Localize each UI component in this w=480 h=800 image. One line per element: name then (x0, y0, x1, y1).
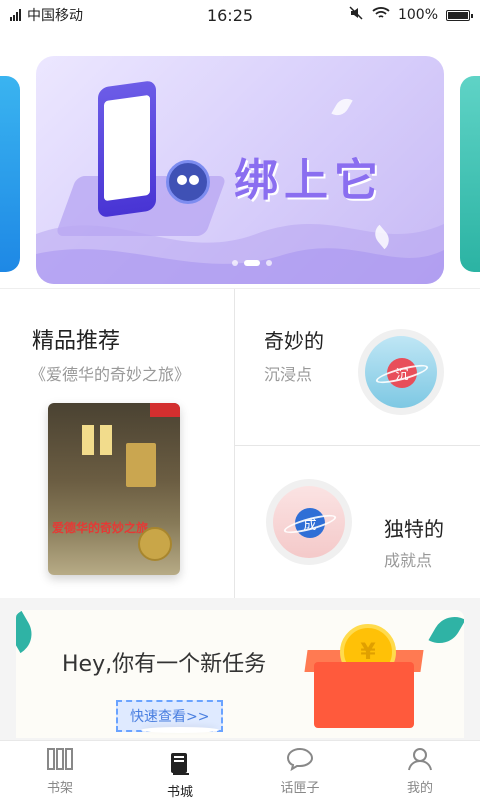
divider (235, 445, 480, 446)
status-right: 100% (310, 5, 473, 25)
status-bar: 中国移动 16:25 100% (0, 0, 480, 30)
immersion-planet-icon: 沉 (358, 329, 444, 415)
nav-chat[interactable]: 话匣子 (240, 741, 360, 800)
leaf-decoration (16, 610, 40, 654)
leaf-decoration (428, 610, 464, 652)
bottom-navigation: 书架 书城 话匣子 我的 (0, 727, 480, 800)
nav-label: 话匣子 (280, 781, 320, 796)
divider (234, 289, 235, 599)
carrier-label: 中国移动 (27, 8, 83, 24)
book-cover[interactable]: 爱德华的奇妙之旅 (48, 403, 180, 575)
nav-label: 书城 (166, 785, 193, 800)
featured-title: 精品推荐 (32, 329, 121, 354)
banner-card[interactable]: 绑上它 (36, 56, 444, 284)
nav-label: 我的 (406, 781, 433, 796)
nav-profile[interactable]: 我的 (360, 741, 480, 800)
task-section: Hey,你有一个新任务 快速查看>> ¥ (0, 598, 480, 740)
banner-prev-card[interactable] (0, 76, 20, 272)
task-message: Hey,你有一个新任务 (62, 652, 267, 677)
award-badge-icon (138, 527, 172, 561)
banner-title: 绑上它 (234, 155, 384, 206)
nav-bookstore[interactable]: 书城 (120, 727, 240, 800)
immersion-title: 奇妙的 (264, 329, 324, 353)
achievement-title: 独特的 (384, 517, 444, 541)
active-tab-bubble (141, 727, 219, 733)
achievement-planet-icon: 成 (266, 479, 352, 565)
book-cover-title: 爱德华的奇妙之旅 (52, 521, 149, 535)
mascot-illustration (166, 160, 210, 204)
nav-label: 书架 (46, 781, 73, 796)
profile-icon (406, 745, 434, 773)
leaf-decoration (331, 94, 353, 120)
battery-icon (446, 9, 473, 21)
banner-carousel[interactable]: 绑上它 (0, 50, 480, 290)
featured-book-name: 《爱德华的奇妙之旅》 (30, 365, 191, 384)
phone-illustration (98, 79, 156, 219)
clock: 16:25 (206, 5, 254, 25)
feature-grid: 精品推荐 《爱德华的奇妙之旅》 爱德华的奇妙之旅 奇妙的 沉浸点 沉 成 独特的 (0, 288, 480, 599)
achievement-desc: 成就点 (384, 551, 433, 570)
immersion-desc: 沉浸点 (264, 365, 313, 384)
mute-icon (348, 5, 364, 25)
battery-percent: 100% (397, 7, 438, 23)
bookshelf-icon (46, 745, 74, 773)
banner-next-card[interactable] (460, 76, 480, 272)
chat-bubble-icon (286, 745, 314, 773)
nav-bookshelf[interactable]: 书架 (0, 741, 120, 800)
carousel-indicator (232, 260, 272, 266)
gift-box-icon (314, 662, 414, 728)
task-banner[interactable]: Hey,你有一个新任务 快速查看>> ¥ (16, 610, 464, 738)
signal-icon (10, 9, 21, 21)
bookstore-icon (166, 751, 194, 777)
wifi-icon (372, 6, 390, 24)
